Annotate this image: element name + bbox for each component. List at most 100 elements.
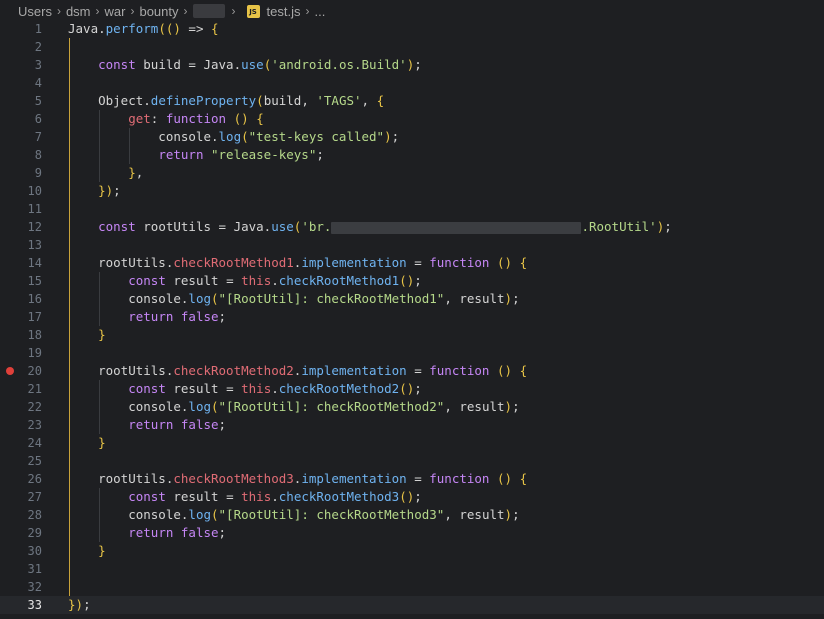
code-token: defineProperty (150, 93, 257, 108)
code-token: { (376, 93, 385, 108)
code-token: function (429, 471, 490, 486)
code-line[interactable]: 2 (0, 38, 824, 56)
code-line[interactable]: 14 rootUtils.checkRootMethod1.implementa… (0, 254, 824, 272)
code-line[interactable]: 4 (0, 74, 824, 92)
code-line[interactable]: 13 (0, 236, 824, 254)
code-line[interactable]: 22 console.log("[RootUtil]: checkRootMet… (0, 398, 824, 416)
code-text: return false; (68, 416, 226, 434)
code-line[interactable]: 23 return false; (0, 416, 824, 434)
code-token: ; (316, 147, 324, 162)
line-number: 26 (27, 472, 42, 486)
code-line[interactable]: 6 get: function () { (0, 110, 824, 128)
code-token: implementation (301, 471, 407, 486)
code-token: ) (504, 507, 513, 522)
code-token: ) (504, 291, 513, 306)
line-number: 31 (27, 562, 42, 576)
line-number: 28 (27, 508, 42, 522)
breadcrumb-segment-bounty[interactable]: bounty (139, 4, 178, 19)
code-line[interactable]: 21 const result = this.checkRootMethod2(… (0, 380, 824, 398)
breadcrumb-segment-users[interactable]: Users (18, 4, 52, 19)
code-line[interactable]: 8 return "release-keys"; (0, 146, 824, 164)
code-line[interactable]: 15 const result = this.checkRootMethod1(… (0, 272, 824, 290)
code-line[interactable]: 19 (0, 344, 824, 362)
code-token: = (406, 363, 430, 378)
line-number: 18 (27, 328, 42, 342)
code-line[interactable]: 3 const build = Java.use('android.os.Bui… (0, 56, 824, 74)
code-line[interactable]: 16 console.log("[RootUtil]: checkRootMet… (0, 290, 824, 308)
code-token: ; (218, 417, 227, 432)
code-token: , (361, 93, 377, 108)
code-line[interactable]: 7 console.log("test-keys called"); (0, 128, 824, 146)
code-line[interactable]: 12 const rootUtils = Java.use('br. .RootU… (0, 218, 824, 236)
breadcrumb-more[interactable]: ... (314, 4, 325, 19)
code-token: ( (211, 291, 219, 306)
code-line[interactable]: 9 }, (0, 164, 824, 182)
code-line[interactable]: 26 rootUtils.checkRootMethod3.implementa… (0, 470, 824, 488)
code-token: } (98, 543, 106, 558)
code-token: rootUtils. (68, 363, 174, 378)
code-token: , result (444, 291, 505, 306)
code-line[interactable]: 17 return false; (0, 308, 824, 326)
code-token: return (128, 417, 174, 432)
breadcrumb-segment-war[interactable]: war (105, 4, 126, 19)
code-token: } (98, 435, 106, 450)
code-token: () (497, 363, 513, 378)
code-line[interactable]: 5 Object.defineProperty(build, 'TAGS', { (0, 92, 824, 110)
code-token: this (241, 489, 272, 504)
code-token: const (128, 489, 166, 504)
line-number: 2 (34, 40, 42, 54)
code-token: use (241, 57, 264, 72)
code-token: ; (414, 57, 422, 72)
code-token: }) (68, 597, 84, 612)
code-token: false (180, 417, 219, 432)
code-line[interactable]: 32 (0, 578, 824, 596)
breadcrumb-segment-dsm[interactable]: dsm (66, 4, 91, 19)
code-text: } (68, 542, 106, 560)
code-editor[interactable]: 1 Java.perform(() => { 2 3 const build = Ja… (0, 20, 824, 614)
code-token: ; (664, 219, 672, 234)
code-line[interactable]: 28 console.log("[RootUtil]: checkRootMet… (0, 506, 824, 524)
code-line[interactable]: 18 } (0, 326, 824, 344)
code-line[interactable]: 1 Java.perform(() => { (0, 20, 824, 38)
code-line[interactable]: 33}); (0, 596, 824, 614)
code-line[interactable]: 29 return false; (0, 524, 824, 542)
redacted-text (331, 221, 582, 234)
breadcrumb-file[interactable]: test.js (267, 4, 301, 19)
code-token: checkRootMethod1 (173, 255, 294, 270)
code-line[interactable]: 10 }); (0, 182, 824, 200)
indent-guide (69, 452, 70, 470)
code-token: result = (165, 489, 242, 504)
code-text: rootUtils.checkRootMethod2.implementatio… (68, 362, 527, 380)
code-token: } (98, 183, 106, 198)
line-number: 15 (27, 274, 42, 288)
code-token: ( (256, 93, 264, 108)
code-line[interactable]: 24 } (0, 434, 824, 452)
code-token: , result (444, 399, 505, 414)
code-line[interactable]: 30 } (0, 542, 824, 560)
code-token: ; (512, 399, 520, 414)
line-number: 7 (34, 130, 42, 144)
breadcrumb: Users › dsm › war › bounty › › JS test.j… (0, 0, 824, 22)
code-text: return false; (68, 524, 226, 542)
code-token: perform (105, 21, 159, 36)
code-line[interactable]: 31 (0, 560, 824, 578)
code-line[interactable]: 27 const result = this.checkRootMethod3(… (0, 488, 824, 506)
code-text: get: function () { (68, 110, 264, 128)
code-token: Object. (68, 93, 151, 108)
code-line[interactable]: 20 rootUtils.checkRootMethod2.implementa… (0, 362, 824, 380)
code-token: , (135, 165, 144, 180)
code-token: . (98, 21, 106, 36)
code-line[interactable]: 25 (0, 452, 824, 470)
code-token: 'android.os.Build' (271, 57, 407, 72)
code-line[interactable]: 11 (0, 200, 824, 218)
code-token: "[RootUtil]: checkRootMethod2" (218, 399, 445, 414)
code-token: result = (165, 381, 242, 396)
code-token: () (399, 273, 415, 288)
line-number: 1 (34, 22, 42, 36)
code-token: checkRootMethod2 (278, 381, 400, 396)
code-text: const build = Java.use('android.os.Build… (68, 56, 422, 74)
